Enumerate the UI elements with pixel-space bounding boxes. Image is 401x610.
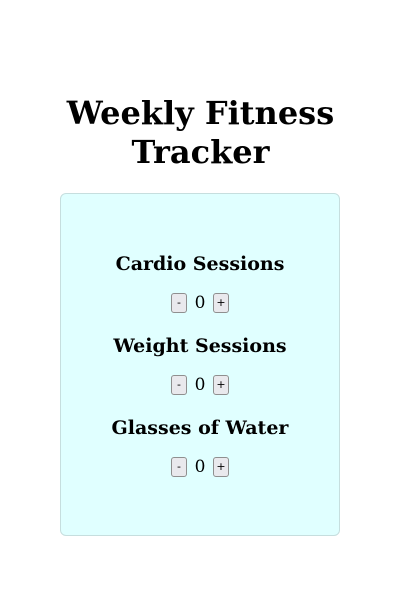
tracker-card: Cardio Sessions - 0 + Weight Sessions - … [60, 193, 340, 536]
weight-section: Weight Sessions - 0 + [61, 334, 339, 396]
cardio-decrement-button[interactable]: - [171, 293, 187, 313]
weight-label: Weight Sessions [113, 335, 287, 357]
weight-decrement-button[interactable]: - [171, 375, 187, 395]
cardio-count: 0 [194, 293, 206, 313]
water-label: Glasses of Water [111, 417, 289, 439]
cardio-section: Cardio Sessions - 0 + [61, 252, 339, 314]
water-increment-button[interactable]: + [213, 457, 229, 477]
cardio-counter: - 0 + [61, 292, 339, 314]
page: Weekly Fitness Tracker Cardio Sessions -… [0, 0, 401, 610]
water-decrement-button[interactable]: - [171, 457, 187, 477]
water-section: Glasses of Water - 0 + [61, 416, 339, 478]
cardio-label: Cardio Sessions [115, 253, 285, 275]
page-title: Weekly Fitness Tracker [66, 94, 335, 171]
weight-counter: - 0 + [61, 374, 339, 396]
weight-count: 0 [194, 375, 206, 395]
water-counter: - 0 + [61, 456, 339, 478]
water-count: 0 [194, 457, 206, 477]
weight-increment-button[interactable]: + [213, 375, 229, 395]
cardio-increment-button[interactable]: + [213, 293, 229, 313]
